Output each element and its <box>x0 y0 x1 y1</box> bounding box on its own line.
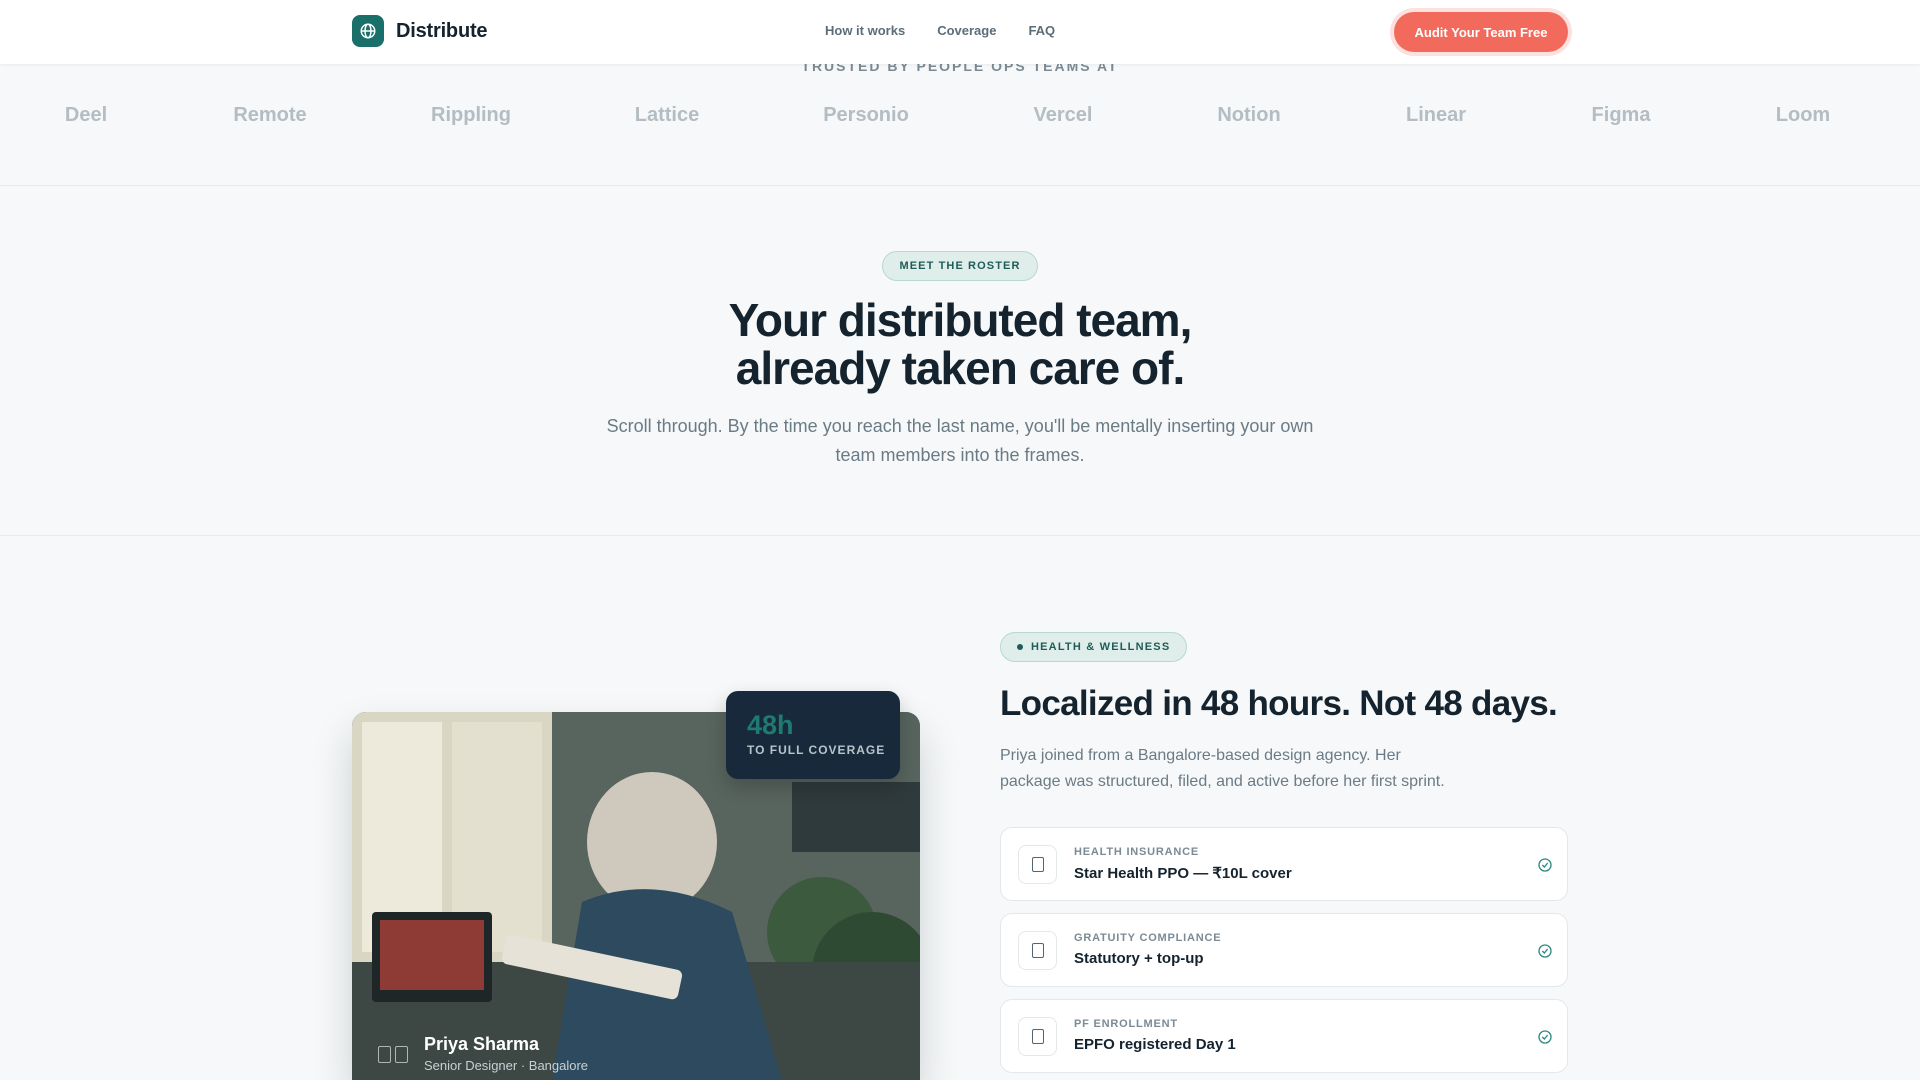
trusted-by-strip: TRUSTED BY PEOPLE OPS TEAMS AT Deel Remo… <box>0 64 1920 186</box>
nav-how-it-works[interactable]: How it works <box>825 23 905 38</box>
logo-notion: Notion <box>1217 104 1281 126</box>
check-circle-icon <box>1538 1030 1552 1044</box>
benefit-item[interactable]: HEALTH INSURANCE Star Health PPO — ₹10L … <box>1000 827 1568 901</box>
audit-team-button[interactable]: Audit Your Team Free <box>1394 12 1568 52</box>
logo-deel: Deel <box>64 104 108 126</box>
logo-figma: Figma <box>1591 104 1651 126</box>
logo-lattice: Lattice <box>634 104 700 126</box>
benefit-item[interactable]: GRATUITY COMPLIANCE Statutory + top-up <box>1000 913 1568 987</box>
logo-personio: Personio <box>823 104 909 126</box>
benefit-value: Statutory + top-up <box>1074 950 1204 967</box>
roster-title-line2: already taken care of. <box>735 342 1185 394</box>
check-circle-icon <box>1538 944 1552 958</box>
roster-title: Your distributed team, already taken car… <box>0 296 1920 392</box>
globe-icon <box>352 15 384 47</box>
nav-coverage[interactable]: Coverage <box>937 23 996 38</box>
benefit-value: Star Health PPO — ₹10L cover <box>1074 865 1292 882</box>
gallery-frames-icon[interactable] <box>378 1046 408 1063</box>
stat-label: TO FULL COVERAGE <box>747 743 886 757</box>
benefit-item[interactable]: PF ENROLLMENT EPFO registered Day 1 <box>1000 999 1568 1073</box>
roster-intro: MEET THE ROSTER Your distributed team, a… <box>0 186 1920 536</box>
category-label: HEALTH & WELLNESS <box>1031 641 1171 653</box>
document-icon <box>1018 845 1057 884</box>
logo-remote: Remote <box>233 104 307 126</box>
document-icon <box>1018 1017 1057 1056</box>
brand-name: Distribute <box>396 19 488 42</box>
logo-row: Deel Remote Rippling Lattice Personio Ve… <box>0 104 1920 134</box>
trusted-label: TRUSTED BY PEOPLE OPS TEAMS AT <box>801 64 1119 74</box>
stat-value: 48h <box>747 710 794 740</box>
feature-title: Localized in 48 hours. Not 48 days. <box>1000 684 1558 723</box>
logo-rippling: Rippling <box>431 104 511 126</box>
dot-icon <box>1017 644 1023 650</box>
logo-loom: Loom <box>1775 104 1831 126</box>
person-name: Priya Sharma <box>424 1034 540 1054</box>
check-circle-icon <box>1538 858 1552 872</box>
photo-caption: Priya Sharma Senior Designer · Bangalore <box>424 1034 588 1073</box>
logo-linear: Linear <box>1405 104 1467 126</box>
person-role: Senior Designer · Bangalore <box>424 1058 589 1073</box>
category-pill: HEALTH & WELLNESS <box>1000 632 1188 662</box>
benefit-label: GRATUITY COMPLIANCE <box>1074 932 1222 944</box>
benefit-label: PF ENROLLMENT <box>1074 1018 1178 1030</box>
feature-description: Priya joined from a Bangalore-based desi… <box>1000 747 1445 790</box>
site-header: Distribute How it works Coverage FAQ Aud… <box>0 0 1920 64</box>
logo-vercel: Vercel <box>1033 104 1093 126</box>
roster-title-line1: Your distributed team, <box>728 294 1193 346</box>
main-nav: How it works Coverage FAQ <box>825 23 1055 38</box>
nav-faq[interactable]: FAQ <box>1028 23 1055 38</box>
roster-subtitle: Scroll through. By the time you reach th… <box>606 416 1314 465</box>
benefit-label: HEALTH INSURANCE <box>1074 846 1200 858</box>
document-icon <box>1018 931 1057 970</box>
roster-pill: MEET THE ROSTER <box>882 251 1038 281</box>
benefit-value: EPFO registered Day 1 <box>1074 1036 1236 1053</box>
brand[interactable]: Distribute <box>352 15 488 47</box>
coverage-stat-badge: 48h TO FULL COVERAGE <box>726 691 900 779</box>
